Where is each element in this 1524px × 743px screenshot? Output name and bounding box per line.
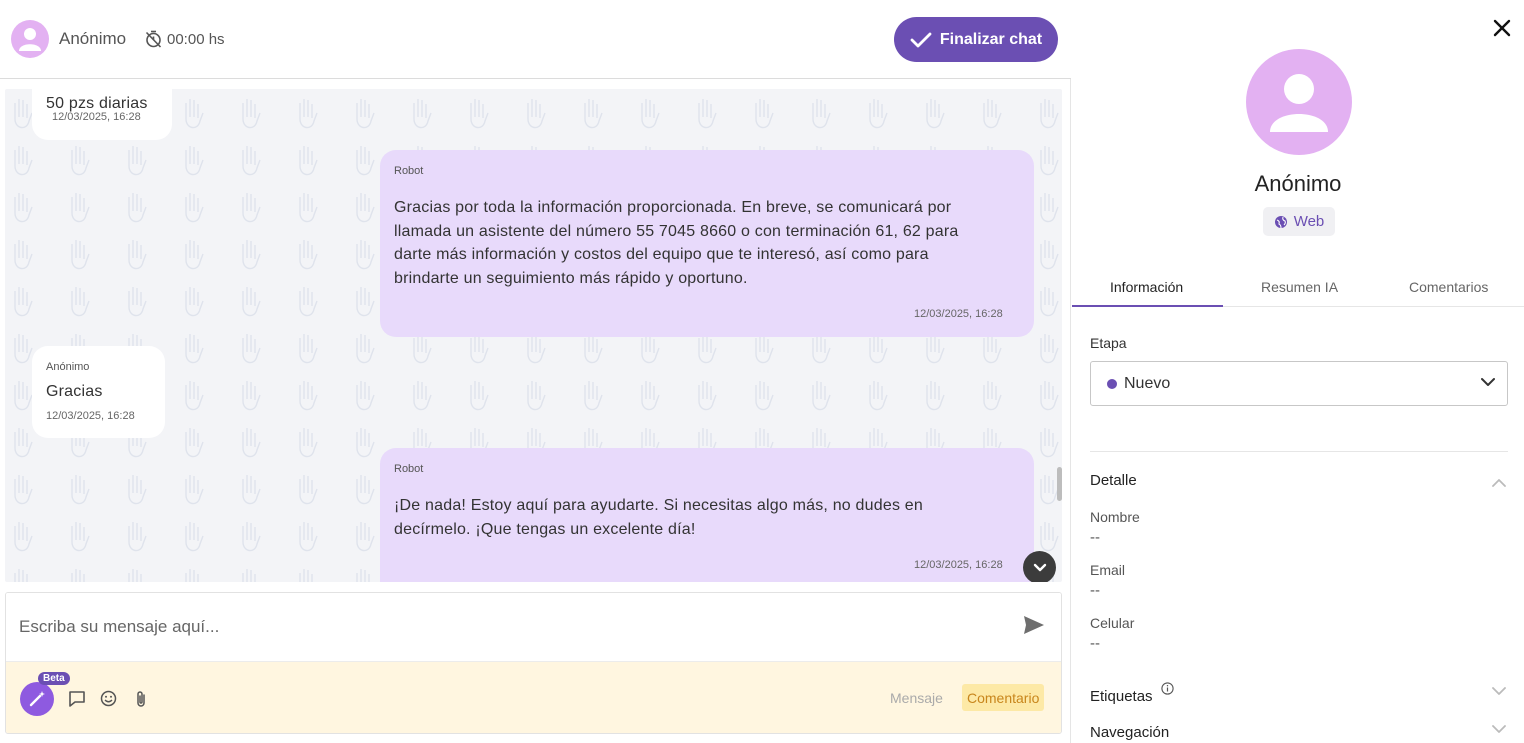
timer-off-icon [145, 30, 162, 48]
message-sender: Robot [394, 165, 424, 177]
channel-badge: Web [1263, 207, 1335, 236]
message-sender: Anónimo [46, 361, 90, 373]
message-bubble: Robot ¡De nada! Estoy aquí para ayudarte… [380, 448, 1034, 582]
avatar[interactable] [11, 20, 49, 58]
close-icon[interactable] [1492, 18, 1512, 38]
stage-select[interactable]: Nuevo [1090, 361, 1508, 406]
attach-icon[interactable] [134, 690, 148, 708]
tab-resumen-ia[interactable]: Resumen IA [1261, 279, 1338, 295]
beta-badge: Beta [38, 672, 70, 685]
message-bubble: Robot Gracias por toda la información pr… [380, 150, 1034, 337]
message-composer: Beta Mensaje Comentario [5, 592, 1062, 734]
chat-panel: Anónimo 00:00 hs Finalizar chat 50 pzs d… [0, 0, 1071, 743]
quick-reply-icon[interactable] [68, 690, 86, 707]
send-icon[interactable] [1023, 615, 1045, 635]
check-icon [910, 32, 932, 47]
field-label: Email [1090, 562, 1126, 578]
chevron-down-icon [1481, 378, 1495, 386]
contact-avatar [1246, 49, 1352, 155]
message-text-line: decírmelo. ¡Que tengas un excelente día! [394, 521, 696, 538]
tab-informacion[interactable]: Información [1110, 279, 1183, 295]
mode-message-toggle[interactable]: Mensaje [890, 690, 943, 706]
contact-info-panel: Anónimo Web Información Resumen IA Comen… [1072, 0, 1524, 743]
message-text-line: darte más información y costos del equip… [394, 246, 929, 263]
detail-section-title[interactable]: Detalle [1090, 472, 1137, 489]
divider [1090, 451, 1508, 452]
info-tabs: Información Resumen IA Comentarios [1072, 268, 1524, 307]
contact-name: Anónimo [1254, 171, 1342, 196]
tags-section-title[interactable]: Etiquetas [1090, 688, 1153, 705]
field-value: -- [1090, 529, 1100, 546]
info-icon[interactable] [1161, 682, 1174, 695]
field-label: Nombre [1090, 509, 1140, 525]
ai-assist-button[interactable] [20, 682, 54, 716]
field-label: Celular [1090, 615, 1135, 631]
message-time: 12/03/2025, 16:28 [914, 559, 1003, 571]
message-text-line: brindarte un seguimiento más rápido y op… [394, 270, 748, 287]
message-time: 12/03/2025, 16:28 [52, 111, 141, 123]
chevron-down-icon[interactable] [1492, 687, 1506, 696]
chevron-down-icon [1033, 563, 1046, 571]
channel-label: Web [1293, 213, 1325, 230]
message-time: 12/03/2025, 16:28 [914, 308, 1003, 320]
app: Anónimo 00:00 hs Finalizar chat 50 pzs d… [0, 0, 1524, 743]
message-text-line: llamada un asistente del número 55 7045 … [394, 223, 959, 240]
chat-timer: 00:00 hs [167, 31, 225, 48]
active-tab-indicator [1072, 305, 1223, 307]
chevron-down-icon[interactable] [1492, 725, 1506, 734]
tab-comentarios[interactable]: Comentarios [1409, 279, 1488, 295]
message-bubble: Anónimo Gracias 12/03/2025, 16:28 [32, 346, 165, 438]
chat-header: Anónimo 00:00 hs Finalizar chat [0, 0, 1071, 79]
user-icon [1270, 74, 1328, 132]
emoji-icon[interactable] [100, 690, 117, 707]
message-sender: Robot [394, 463, 424, 475]
stage-value: Nuevo [1124, 374, 1171, 392]
message-text: Gracias [46, 383, 103, 400]
field-value: -- [1090, 582, 1100, 599]
user-icon [19, 28, 41, 51]
scroll-to-bottom-button[interactable] [1023, 551, 1056, 582]
mode-comment-toggle[interactable]: Comentario [962, 684, 1045, 711]
stage-color-dot [1107, 378, 1117, 389]
composer-toolbar: Beta Mensaje Comentario [6, 661, 1061, 733]
message-text-line: Gracias por toda la información proporci… [394, 199, 952, 216]
message-time: 12/03/2025, 16:28 [46, 410, 135, 422]
scrollbar-thumb[interactable] [1057, 467, 1062, 501]
chevron-up-icon[interactable] [1492, 478, 1506, 487]
field-value: -- [1090, 635, 1100, 652]
contact-name: Anónimo [59, 29, 127, 48]
globe-icon [1274, 215, 1287, 228]
message-input[interactable] [6, 593, 1061, 661]
message-list[interactable]: 50 pzs diarias 12/03/2025, 16:28 Robot G… [5, 89, 1062, 582]
message-bubble: 50 pzs diarias 12/03/2025, 16:28 [32, 89, 172, 140]
message-text-line: ¡De nada! Estoy aquí para ayudarte. Si n… [394, 497, 923, 514]
stage-label: Etapa [1090, 335, 1127, 351]
finish-chat-button[interactable]: Finalizar chat [894, 17, 1058, 62]
navigation-section-title[interactable]: Navegación [1090, 724, 1169, 741]
magic-wand-icon [29, 691, 45, 707]
finish-chat-label: Finalizar chat [939, 30, 1043, 48]
